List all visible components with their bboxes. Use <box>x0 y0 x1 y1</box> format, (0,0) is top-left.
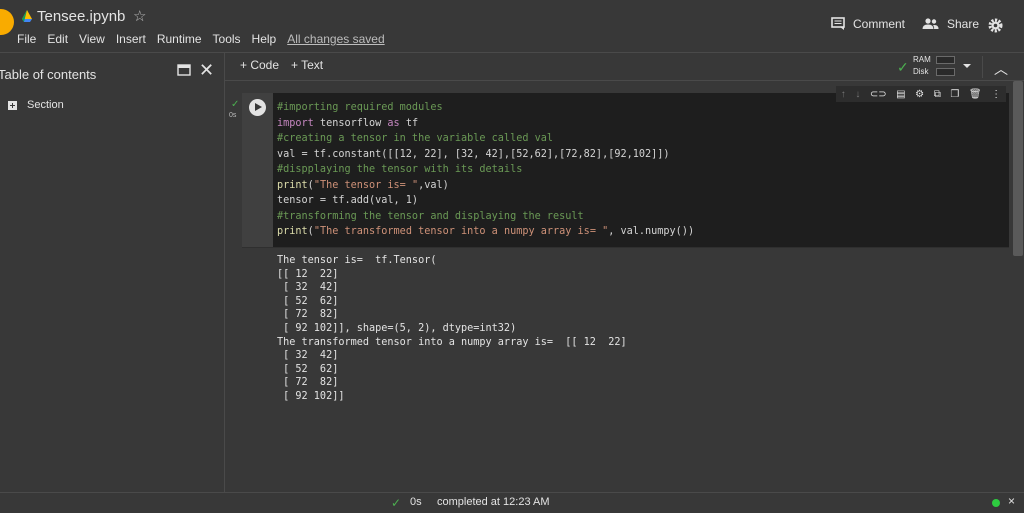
output-line: [ 52 62] <box>277 364 338 375</box>
output-text: The tensor is= tf.Tensor( [[ 12 22] [ 32… <box>277 254 627 404</box>
menu-help[interactable]: Help <box>252 32 277 46</box>
status-time: 0s <box>410 496 422 508</box>
notebook-title[interactable]: Tensee.ipynb <box>37 8 125 25</box>
more-vert-icon[interactable]: ⋮ <box>991 89 1001 100</box>
close-icon[interactable]: ✕ <box>199 61 214 79</box>
output-line: [ 32 42] <box>277 282 338 293</box>
output-line: [ 92 102]] <box>277 391 344 402</box>
output-line: [ 32 42] <box>277 350 338 361</box>
code-line: import tensorflow as tf <box>277 118 418 129</box>
code-line: #creating a tensor in the variable calle… <box>277 133 553 144</box>
move-down-icon[interactable]: ↓ <box>855 89 860 100</box>
code-line: print("The tensor is= ",val) <box>277 180 449 191</box>
gear-icon[interactable] <box>987 17 1004 34</box>
gear-icon[interactable]: ⚙ <box>915 89 924 100</box>
toc-title: Table of contents <box>0 67 96 82</box>
share-label: Share <box>947 17 979 31</box>
link-icon[interactable]: ⊂⊃ <box>870 89 887 100</box>
exec-success-icon: ✓ <box>231 99 239 110</box>
code-line: print("The transformed tensor into a num… <box>277 226 694 237</box>
status-dot <box>992 499 1000 507</box>
connected-check-icon: ✓ <box>897 59 909 76</box>
chevron-down-icon[interactable] <box>963 64 971 68</box>
disk-label: Disk <box>913 67 929 76</box>
exec-time: 0s <box>229 112 236 119</box>
menu-bar: File Edit View Insert Runtime Tools Help… <box>17 32 396 46</box>
code-line: val = tf.constant([[12, 22], [32, 42],[5… <box>277 149 670 160</box>
code-line: #importing required modules <box>277 102 443 113</box>
ram-meter[interactable] <box>936 56 955 64</box>
code-line: tensor = tf.add(val, 1) <box>277 195 418 206</box>
expand-icon[interactable] <box>8 101 17 110</box>
output-line: The tensor is= tf.Tensor( <box>277 255 436 266</box>
copy-icon[interactable]: ❐ <box>950 89 959 100</box>
menu-runtime[interactable]: Runtime <box>157 32 202 46</box>
menu-edit[interactable]: Edit <box>47 32 68 46</box>
share-button[interactable]: Share <box>922 17 979 31</box>
add-text-button[interactable]: + Text <box>291 58 323 72</box>
menu-insert[interactable]: Insert <box>116 32 146 46</box>
comment-button[interactable]: Comment <box>831 17 905 31</box>
scrollbar[interactable] <box>1013 81 1023 256</box>
menu-file[interactable]: File <box>17 32 36 46</box>
cell-toolbar: ↑ ↓ ⊂⊃ ▤ ⚙ ⧉ ❐ 🗑 ⋮ <box>836 86 1006 102</box>
share-people-icon <box>922 18 939 30</box>
mirror-cell-icon[interactable]: ⧉ <box>934 89 941 100</box>
menu-view[interactable]: View <box>79 32 105 46</box>
cell-gutter <box>242 93 273 247</box>
move-up-icon[interactable]: ↑ <box>841 89 846 100</box>
ram-label: RAM <box>913 55 931 64</box>
toc-item-label: Section <box>27 99 64 111</box>
divider <box>982 56 983 78</box>
trash-icon[interactable]: 🗑 <box>969 89 982 100</box>
disk-meter[interactable] <box>936 68 955 76</box>
code-line: #dispplaying the tensor with its details <box>277 164 522 175</box>
output-line: The transformed tensor into a numpy arra… <box>277 337 627 348</box>
chevron-up-icon[interactable]: ︿ <box>994 59 1008 79</box>
code-block[interactable]: #importing required modules import tenso… <box>277 100 694 240</box>
output-line: [[ 12 22] <box>277 269 338 280</box>
status-check-icon: ✓ <box>391 496 401 510</box>
output-line: [ 52 62] <box>277 296 338 307</box>
code-line: #transforming the tensor and displaying … <box>277 211 584 222</box>
add-code-button[interactable]: + Code <box>240 58 279 72</box>
status-close-icon[interactable]: × <box>1008 494 1015 508</box>
menu-tools[interactable]: Tools <box>213 32 241 46</box>
status-text[interactable]: completed at 12:23 AM <box>437 496 550 508</box>
drive-icon[interactable] <box>20 9 34 23</box>
comment-label: Comment <box>853 17 905 31</box>
comment-icon[interactable]: ▤ <box>896 89 905 100</box>
sidebar <box>0 53 225 492</box>
toc-item-section[interactable]: Section <box>8 99 64 111</box>
output-line: [ 72 82] <box>277 309 338 320</box>
output-line: [ 92 102]], shape=(5, 2), dtype=int32) <box>277 323 516 334</box>
open-in-tab-icon[interactable] <box>177 64 191 76</box>
output-line: [ 72 82] <box>277 377 338 388</box>
save-status-link[interactable]: All changes saved <box>287 32 384 46</box>
run-cell-button[interactable] <box>249 99 266 116</box>
star-icon[interactable]: ☆ <box>133 7 146 25</box>
comment-icon <box>831 17 845 31</box>
